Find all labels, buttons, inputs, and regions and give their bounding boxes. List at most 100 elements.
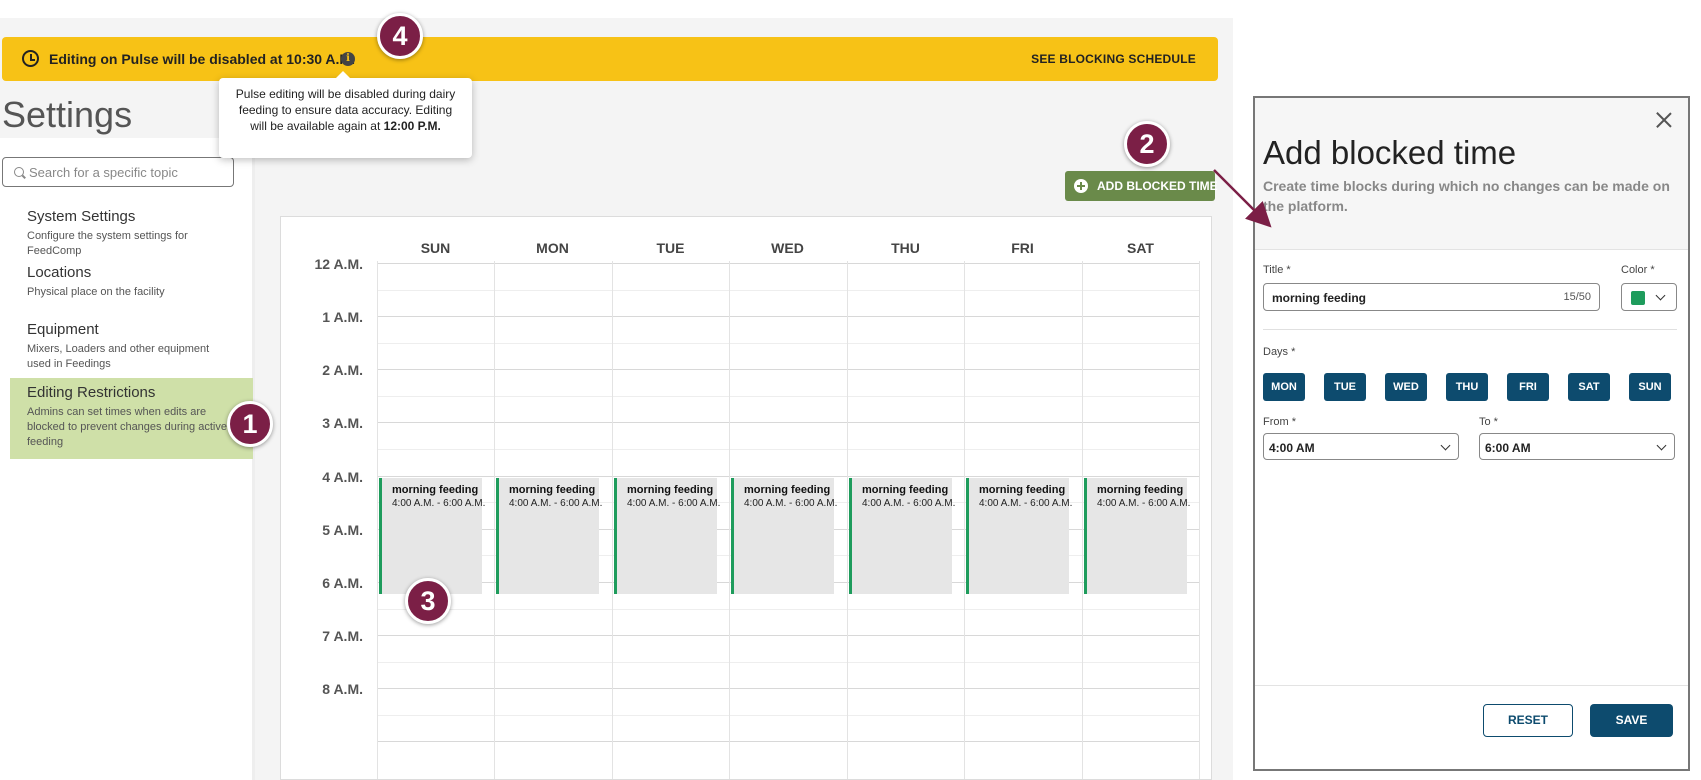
to-value: 6:00 AM <box>1485 441 1531 455</box>
settings-sidebar: System Settings Configure the system set… <box>0 138 255 780</box>
blocked-time-event-fri[interactable]: morning feeding 4:00 A.M. - 6:00 A.M. <box>966 478 1073 594</box>
sidebar-item-desc: Admins can set times when edits are bloc… <box>27 406 227 448</box>
hour-line <box>377 263 1200 264</box>
search-input[interactable] <box>29 163 229 181</box>
event-hours: 4:00 A.M. - 6:00 A.M. <box>392 498 486 509</box>
sidebar-item-desc: Configure the system settings for FeedCo… <box>27 230 188 257</box>
event-title: morning feeding <box>1097 484 1184 496</box>
title-char-count: 15/50 <box>1563 291 1591 303</box>
color-select[interactable] <box>1621 283 1677 311</box>
day-toggle-wed[interactable]: WED <box>1385 373 1427 401</box>
day-header-sun: SUN <box>420 240 451 256</box>
event-hours: 4:00 A.M. - 6:00 A.M. <box>1097 498 1191 509</box>
add-blocked-time-panel: Add blocked time Create time blocks duri… <box>1253 96 1690 771</box>
blocked-time-event-thu[interactable]: morning feeding 4:00 A.M. - 6:00 A.M. <box>849 478 956 594</box>
day-header-mon: MON <box>536 240 569 256</box>
hour-line <box>377 688 1200 689</box>
event-title: morning feeding <box>509 484 596 496</box>
from-select[interactable]: 4:00 AM <box>1263 433 1459 460</box>
to-label: To * <box>1479 416 1498 428</box>
day-toggle-sun[interactable]: SUN <box>1629 373 1671 401</box>
info-icon[interactable]: i <box>341 52 355 66</box>
blocked-time-event-sat[interactable]: morning feeding 4:00 A.M. - 6:00 A.M. <box>1084 478 1191 594</box>
sidebar-item-desc: Physical place on the facility <box>27 286 165 298</box>
from-label: From * <box>1263 416 1296 428</box>
time-label: 7 A.M. <box>322 628 363 644</box>
time-label: 2 A.M. <box>322 362 363 378</box>
footer-divider <box>1255 685 1688 686</box>
day-toggle-fri[interactable]: FRI <box>1507 373 1549 401</box>
title-field[interactable]: morning feeding 15/50 <box>1263 283 1600 311</box>
search-icon <box>14 167 24 177</box>
event-title: morning feeding <box>392 484 479 496</box>
sidebar-item-title: System Settings <box>27 208 136 225</box>
sidebar-item-editing-restrictions[interactable]: Editing Restrictions Admins can set time… <box>10 378 253 459</box>
time-label: 6 A.M. <box>322 575 363 591</box>
from-value: 4:00 AM <box>1269 441 1315 455</box>
annotation-marker-2: 2 <box>1124 121 1170 167</box>
half-hour-line <box>377 396 1200 397</box>
sidebar-item-desc: Mixers, Loaders and other equipment used… <box>27 343 210 370</box>
half-hour-line <box>377 449 1200 450</box>
hour-line <box>377 476 1200 477</box>
day-header-tue: TUE <box>656 240 685 256</box>
close-icon[interactable] <box>1654 110 1674 130</box>
sidebar-item-system-settings[interactable]: System Settings Configure the system set… <box>10 202 253 265</box>
day-column-line <box>964 261 965 779</box>
blocked-time-event-wed[interactable]: morning feeding 4:00 A.M. - 6:00 A.M. <box>731 478 837 594</box>
event-hours: 4:00 A.M. - 6:00 A.M. <box>979 498 1073 509</box>
search-box[interactable] <box>2 157 234 187</box>
hour-line <box>377 635 1200 636</box>
event-title: morning feeding <box>744 484 831 496</box>
hour-line <box>377 316 1200 317</box>
reset-button[interactable]: RESET <box>1483 704 1573 737</box>
chevron-down-icon <box>1655 290 1666 301</box>
blocked-time-event-sun[interactable]: morning feeding 4:00 A.M. - 6:00 A.M. <box>379 478 486 594</box>
title-field-label: Title * <box>1263 264 1291 276</box>
day-column-line <box>377 261 378 779</box>
add-blocked-time-button[interactable]: ADD BLOCKED TIME <box>1065 171 1218 201</box>
to-select[interactable]: 6:00 AM <box>1479 433 1675 460</box>
color-field-label: Color * <box>1621 264 1655 276</box>
day-column-line <box>1082 261 1083 779</box>
day-column-line <box>494 261 495 779</box>
day-header-fri: FRI <box>1011 240 1034 256</box>
half-hour-line <box>377 609 1200 610</box>
hour-line <box>377 741 1200 742</box>
panel-subtitle: Create time blocks during which no chang… <box>1263 178 1670 214</box>
day-header-thu: THU <box>891 240 920 256</box>
title-field-value: morning feeding <box>1272 291 1366 305</box>
save-button[interactable]: SAVE <box>1590 704 1673 737</box>
day-column-line <box>612 261 613 779</box>
add-blocked-time-label: ADD BLOCKED TIME <box>1097 179 1218 193</box>
days-label: Days * <box>1263 346 1296 358</box>
day-toggle-mon[interactable]: MON <box>1263 373 1305 401</box>
hour-line <box>377 369 1200 370</box>
blocked-time-event-mon[interactable]: morning feeding 4:00 A.M. - 6:00 A.M. <box>496 478 602 594</box>
blocked-time-event-tue[interactable]: morning feeding 4:00 A.M. - 6:00 A.M. <box>614 478 721 594</box>
weekly-calendar: SUN MON TUE WED THU FRI SAT 12 A.M. 1 A.… <box>280 216 1212 780</box>
tooltip-time: 12:00 P.M. <box>383 119 441 133</box>
banner-message: Editing on Pulse will be disabled at 10:… <box>49 51 355 67</box>
panel-title: Add blocked time <box>1263 134 1517 171</box>
sidebar-item-equipment[interactable]: Equipment Mixers, Loaders and other equi… <box>10 315 253 378</box>
half-hour-line <box>377 290 1200 291</box>
event-title: morning feeding <box>862 484 949 496</box>
time-label: 4 A.M. <box>322 469 363 485</box>
annotation-marker-1: 1 <box>227 401 273 447</box>
event-title: morning feeding <box>979 484 1066 496</box>
day-toggle-thu[interactable]: THU <box>1446 373 1488 401</box>
time-label: 12 A.M. <box>314 256 364 272</box>
see-blocking-schedule-link[interactable]: SEE BLOCKING SCHEDULE <box>1031 52 1196 66</box>
time-label: 8 A.M. <box>322 681 363 697</box>
time-label: 1 A.M. <box>322 309 363 325</box>
day-toggle-tue[interactable]: TUE <box>1324 373 1366 401</box>
event-hours: 4:00 A.M. - 6:00 A.M. <box>862 498 956 509</box>
half-hour-line <box>377 662 1200 663</box>
day-toggle-sat[interactable]: SAT <box>1568 373 1610 401</box>
event-hours: 4:00 A.M. - 6:00 A.M. <box>627 498 721 509</box>
plus-circle-icon <box>1074 179 1088 193</box>
day-column-line <box>729 261 730 779</box>
sidebar-item-locations[interactable]: Locations Physical place on the facility <box>10 258 253 306</box>
chevron-down-icon <box>1440 440 1451 451</box>
